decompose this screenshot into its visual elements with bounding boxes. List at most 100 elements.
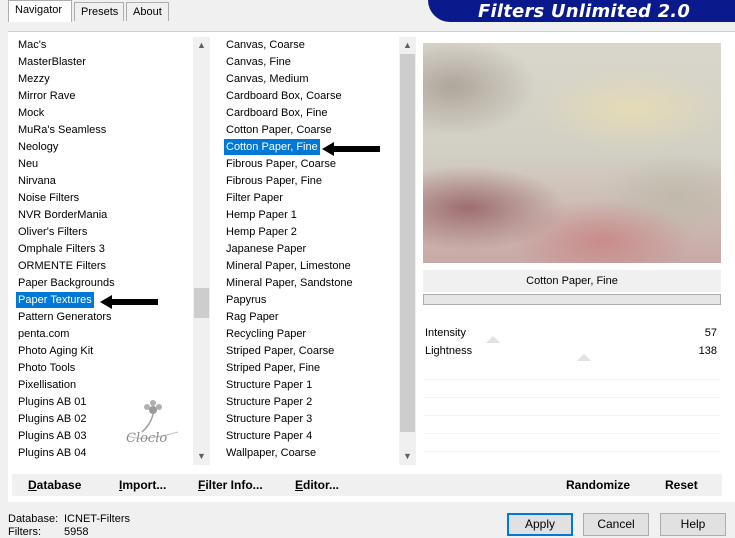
category-item[interactable]: Plugins AB 03 — [16, 428, 89, 444]
slider-label: Intensity — [425, 327, 466, 339]
filter-item[interactable]: Structure Paper 4 — [224, 428, 314, 444]
slider-value: 57 — [704, 327, 717, 339]
empty-slider-slot — [423, 415, 721, 416]
filter-info-button[interactable]: Filter Info... — [198, 474, 263, 496]
category-item[interactable]: Nirvana — [16, 173, 58, 189]
database-button[interactable]: Database — [28, 474, 81, 496]
filter-item[interactable]: Rag Paper — [224, 309, 281, 325]
filter-preview-image — [423, 43, 721, 263]
category-item[interactable]: Mirror Rave — [16, 88, 77, 104]
category-scroll-thumb[interactable] — [194, 288, 209, 318]
category-item[interactable]: Noise Filters — [16, 190, 81, 206]
category-item[interactable]: Plugins AB 02 — [16, 411, 89, 427]
category-scrollbar[interactable]: ▲ ▼ — [193, 37, 210, 465]
app-banner: Filters Unlimited 2.0 — [428, 0, 735, 22]
filter-item[interactable]: Cardboard Box, Fine — [224, 105, 330, 121]
apply-button[interactable]: Apply — [507, 513, 573, 536]
filter-item[interactable]: Striped Paper, Fine — [224, 360, 322, 376]
category-item[interactable]: Paper Backgrounds — [16, 275, 117, 291]
reset-button[interactable]: Reset — [665, 474, 698, 496]
parameter-panel: Intensity 57 Lightness 138 — [423, 307, 721, 467]
app-title: Filters Unlimited 2.0 — [478, 1, 691, 22]
empty-slider-slot — [423, 397, 721, 398]
category-item[interactable]: Photo Tools — [16, 360, 77, 376]
tab-navigator[interactable]: Navigator — [8, 0, 72, 22]
tab-presets[interactable]: Presets — [74, 2, 124, 21]
slider-thumb[interactable] — [577, 354, 591, 361]
filter-item[interactable]: Wallpaper, Coarse — [224, 445, 318, 461]
slider-thumb[interactable] — [486, 336, 500, 343]
filter-progress-strip — [423, 294, 721, 305]
filter-scroll-thumb[interactable] — [400, 54, 415, 432]
filter-item[interactable]: Japanese Paper — [224, 241, 308, 257]
filter-list[interactable]: Canvas, Coarse Canvas, Fine Canvas, Medium… — [224, 37, 398, 465]
category-item[interactable]: ORMENTE Filters — [16, 258, 108, 274]
filter-item[interactable]: Cardboard Box, Coarse — [224, 88, 344, 104]
filter-item[interactable]: Cotton Paper, Coarse — [224, 122, 334, 138]
category-item[interactable]: Neology — [16, 139, 60, 155]
tab-about[interactable]: About — [126, 2, 169, 21]
category-item[interactable]: NVR BorderMania — [16, 207, 109, 223]
help-button[interactable]: Help — [660, 513, 726, 536]
pointer-arrow-icon — [322, 142, 380, 156]
filter-item[interactable]: Structure Paper 2 — [224, 394, 314, 410]
category-item[interactable]: MasterBlaster — [16, 54, 88, 70]
category-item[interactable]: Mac's — [16, 37, 48, 53]
filter-item[interactable]: Recycling Paper — [224, 326, 308, 342]
empty-slider-slot — [423, 433, 721, 434]
category-item[interactable]: Omphale Filters 3 — [16, 241, 107, 257]
cancel-button[interactable]: Cancel — [583, 513, 649, 536]
filter-item[interactable]: Mineral Paper, Sandstone — [224, 275, 355, 291]
empty-slider-slot — [423, 451, 721, 452]
randomize-button[interactable]: Randomize — [566, 474, 630, 496]
category-item[interactable]: Pixellisation — [16, 377, 78, 393]
watermark-logo: Cloclo — [118, 398, 188, 448]
filter-item[interactable]: Fibrous Paper, Fine — [224, 173, 324, 189]
category-item[interactable]: Oliver's Filters — [16, 224, 89, 240]
scroll-down-icon[interactable]: ▼ — [399, 448, 416, 465]
slider-lightness[interactable]: Lightness 138 — [423, 343, 721, 361]
slider-intensity[interactable]: Intensity 57 — [423, 325, 721, 343]
scroll-up-icon[interactable]: ▲ — [399, 37, 416, 54]
filter-item[interactable]: Canvas, Fine — [224, 54, 293, 70]
category-item[interactable]: Paper Textures — [16, 292, 94, 308]
filter-scrollbar[interactable]: ▲ ▼ — [399, 37, 416, 465]
category-item[interactable]: penta.com — [16, 326, 71, 342]
status-filters: Filters: 5958 — [8, 526, 88, 538]
filter-item[interactable]: Canvas, Medium — [224, 71, 311, 87]
filter-item[interactable]: Cotton Paper, Fine — [224, 139, 320, 155]
filter-item[interactable]: Mineral Paper, Limestone — [224, 258, 353, 274]
category-item[interactable]: Plugins AB 01 — [16, 394, 89, 410]
filter-item[interactable]: Canvas, Coarse — [224, 37, 307, 53]
status-value: 5958 — [64, 526, 89, 538]
filter-item[interactable]: Structure Paper 3 — [224, 411, 314, 427]
flower-icon: Cloclo — [126, 400, 179, 446]
category-item[interactable]: Neu — [16, 156, 40, 172]
selected-filter-name: Cotton Paper, Fine — [423, 270, 721, 292]
filter-item[interactable]: Hemp Paper 1 — [224, 207, 299, 223]
pointer-arrow-icon — [100, 295, 158, 309]
status-value: ICNET-Filters — [64, 513, 130, 525]
editor-button[interactable]: Editor... — [295, 474, 339, 496]
category-item[interactable]: Pattern Generators — [16, 309, 114, 325]
watermark-text: Cloclo — [126, 431, 167, 446]
scroll-down-icon[interactable]: ▼ — [193, 448, 210, 465]
category-item[interactable]: Mock — [16, 105, 46, 121]
filter-item[interactable]: Papyrus — [224, 292, 268, 308]
action-bar: Database Import... Filter Info... Editor… — [12, 474, 722, 496]
filter-item[interactable]: Striped Paper, Coarse — [224, 343, 336, 359]
category-item[interactable]: Mezzy — [16, 71, 52, 87]
scroll-up-icon[interactable]: ▲ — [193, 37, 210, 54]
category-item[interactable]: Photo Aging Kit — [16, 343, 95, 359]
status-label: Filters: — [8, 526, 41, 538]
category-item[interactable]: Plugins AB 04 — [16, 445, 89, 461]
category-item[interactable]: MuRa's Seamless — [16, 122, 108, 138]
filter-item[interactable]: Structure Paper 1 — [224, 377, 314, 393]
filter-item[interactable]: Hemp Paper 2 — [224, 224, 299, 240]
filter-item[interactable]: Filter Paper — [224, 190, 285, 206]
import-button[interactable]: Import... — [119, 474, 166, 496]
filter-item[interactable]: Fibrous Paper, Coarse — [224, 156, 338, 172]
empty-slider-slot — [423, 379, 721, 380]
status-database: Database: ICNET-Filters — [8, 513, 130, 525]
status-label: Database: — [8, 513, 59, 525]
